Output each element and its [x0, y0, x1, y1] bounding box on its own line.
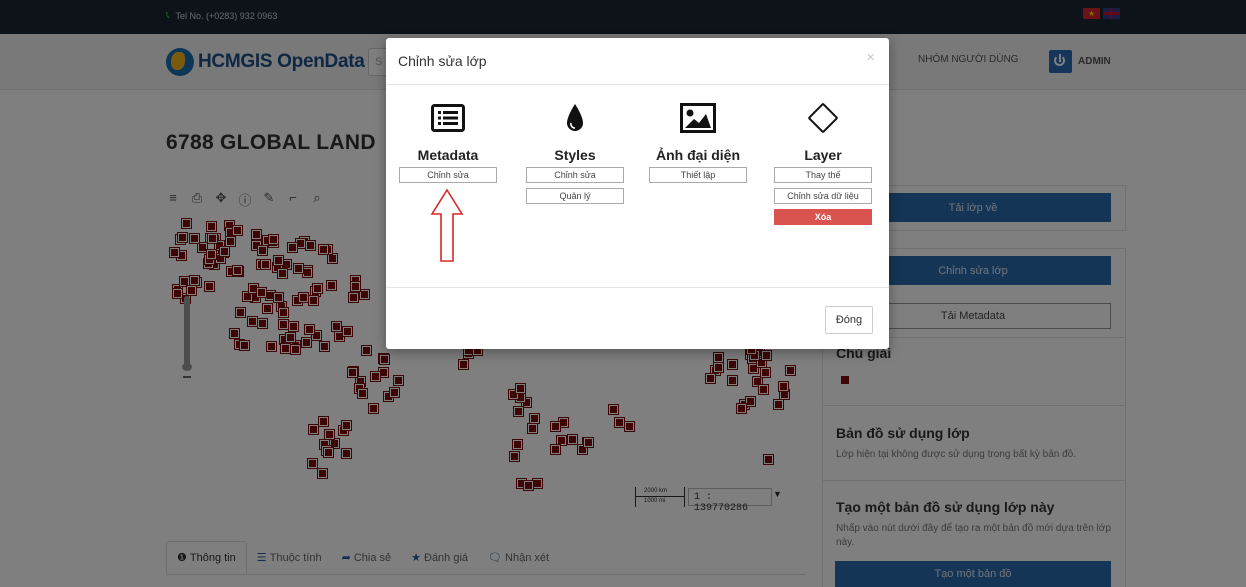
close-icon[interactable]: × — [866, 49, 875, 66]
modal-footer: Đóng — [386, 288, 889, 349]
annotation-arrow-icon — [430, 188, 464, 262]
modal-header: Chỉnh sửa lớp × — [386, 38, 889, 85]
tint-icon — [565, 101, 585, 135]
delete-layer-button[interactable]: Xóa — [774, 209, 872, 225]
diamond-icon — [806, 101, 840, 135]
set-thumbnail-button[interactable]: Thiết lập — [649, 167, 747, 183]
layer-column: Layer Thay thế Chỉnh sửa dữ liệu Xóa — [768, 85, 878, 225]
metadata-column: Metadata Chỉnh sửa — [393, 85, 503, 183]
list-alt-icon — [431, 101, 465, 135]
metadata-title: Metadata — [417, 147, 479, 163]
replace-layer-button[interactable]: Thay thế — [774, 167, 872, 183]
edit-data-button[interactable]: Chỉnh sửa dữ liệu — [774, 188, 872, 204]
manage-styles-button[interactable]: Quản lý — [526, 188, 624, 204]
picture-icon — [680, 101, 716, 135]
close-button[interactable]: Đóng — [825, 306, 873, 334]
thumbnail-column: Ảnh đại diện Thiết lập — [643, 85, 753, 183]
edit-metadata-button[interactable]: Chỉnh sửa — [399, 167, 497, 183]
styles-title: Styles — [554, 147, 596, 163]
styles-column: Styles Chỉnh sửa Quản lý — [520, 85, 630, 204]
modal-title: Chỉnh sửa lớp — [398, 53, 487, 69]
edit-styles-button[interactable]: Chỉnh sửa — [526, 167, 624, 183]
layer-title: Layer — [804, 147, 842, 163]
thumbnail-title: Ảnh đại diện — [656, 147, 740, 163]
